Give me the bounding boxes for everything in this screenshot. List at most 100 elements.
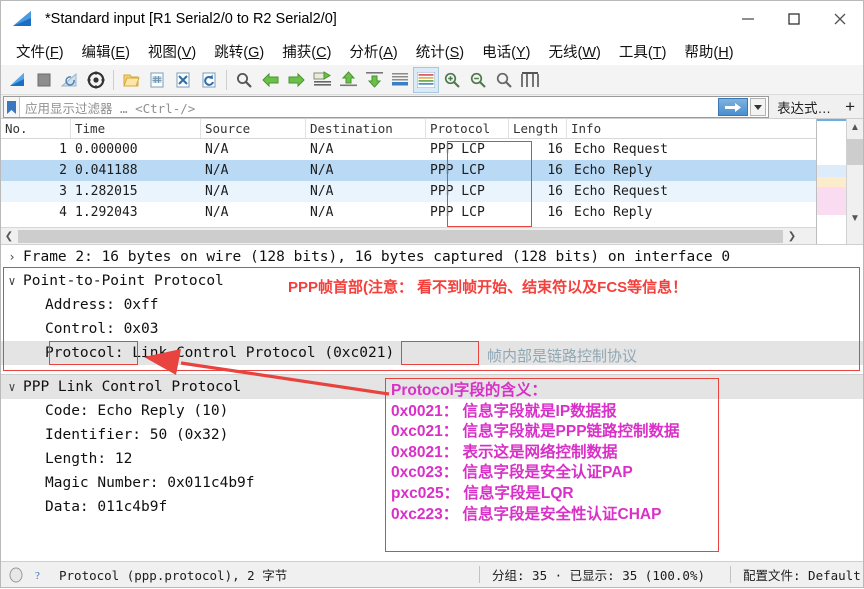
- detail-row-control[interactable]: Control: 0x03: [1, 317, 863, 341]
- filter-expression-button[interactable]: 表达式…: [769, 95, 839, 118]
- packet-list-pane: No. Time Source Destination Protocol Len…: [1, 119, 863, 245]
- menu-wireless[interactable]: 无线(W): [539, 39, 609, 64]
- detail-row-protocol[interactable]: Protocol: Link Control Protocol (0xc021): [1, 341, 863, 365]
- cell-source: N/A: [205, 205, 229, 220]
- zoom-in-icon[interactable]: [439, 67, 465, 93]
- column-header-destination[interactable]: Destination: [306, 119, 426, 138]
- cell-protocol: PPP LCP: [430, 142, 485, 157]
- cell-destination: N/A: [310, 163, 334, 178]
- scroll-left-icon[interactable]: ❮: [1, 231, 17, 242]
- packet-list-hscrollbar[interactable]: ❮ ❯: [1, 227, 816, 244]
- annotation-line: 0x8021： 表示这是网络控制数据: [391, 443, 618, 461]
- menu-file[interactable]: 文件(F): [7, 39, 73, 64]
- menu-capture[interactable]: 捕获(C): [273, 39, 340, 64]
- apply-filter-arrow-icon[interactable]: [718, 98, 749, 116]
- hscroll-thumb[interactable]: [18, 230, 783, 243]
- cell-no: 1: [59, 142, 67, 157]
- menu-view[interactable]: 视图(V): [139, 39, 205, 64]
- detail-row-text: Code: Echo Reply (10): [45, 403, 229, 419]
- window-title: *Standard input [R1 Serial2/0 to R2 Seri…: [45, 10, 337, 27]
- filter-input-wrapper[interactable]: 应用显示过滤器 … <Ctrl-/>: [3, 96, 770, 118]
- cell-protocol: PPP LCP: [430, 205, 485, 220]
- main-toolbar: [1, 65, 863, 95]
- menu-statistics[interactable]: 统计(S): [407, 39, 473, 64]
- column-header-source[interactable]: Source: [201, 119, 306, 138]
- colorize-packets-icon[interactable]: [413, 66, 439, 93]
- expert-info-icon[interactable]: ?: [31, 566, 49, 584]
- bookmark-icon[interactable]: [4, 97, 20, 117]
- cell-time: 0.041188: [75, 163, 138, 178]
- reload-file-icon[interactable]: [196, 67, 222, 93]
- menu-tools[interactable]: 工具(T): [610, 39, 676, 64]
- resize-columns-icon[interactable]: [517, 67, 543, 93]
- menu-edit[interactable]: 编辑(E): [73, 39, 139, 64]
- title-bar: *Standard input [R1 Serial2/0 to R2 Seri…: [1, 1, 863, 37]
- collapse-twisty-icon[interactable]: ∨: [1, 380, 23, 394]
- column-header-length[interactable]: Length: [509, 119, 567, 138]
- packet-list-intelligent-scrollbar[interactable]: [816, 119, 846, 244]
- packet-list-vscrollbar[interactable]: ▲ ▼: [846, 119, 863, 244]
- zoom-reset-icon[interactable]: [491, 67, 517, 93]
- scroll-right-icon[interactable]: ❯: [784, 231, 800, 242]
- status-packets-info: 分组: 35 · 已显示: 35 (100.0%): [492, 568, 706, 583]
- annotation-line: 0xc223： 信息字段是安全性认证CHAP: [391, 505, 662, 523]
- start-capture-icon[interactable]: [5, 67, 31, 93]
- column-header-protocol[interactable]: Protocol: [426, 119, 509, 138]
- cell-source: N/A: [205, 142, 229, 157]
- detail-row-text: PPP Link Control Protocol: [23, 379, 242, 395]
- cell-protocol: PPP LCP: [430, 184, 485, 199]
- table-row[interactable]: 1 0.000000 N/A N/A PPP LCP 16 Echo Reque…: [1, 139, 816, 160]
- find-packet-icon[interactable]: [231, 67, 257, 93]
- column-header-info[interactable]: Info: [567, 119, 816, 138]
- collapse-twisty-icon[interactable]: ∨: [1, 274, 23, 288]
- auto-scroll-icon[interactable]: [387, 67, 413, 93]
- go-last-packet-icon[interactable]: [361, 67, 387, 93]
- cell-info: Echo Request: [574, 142, 668, 157]
- go-back-icon[interactable]: [257, 67, 283, 93]
- minimap-band-yellow: [817, 177, 846, 187]
- capture-options-icon[interactable]: [83, 67, 109, 93]
- table-row[interactable]: 2 0.041188 N/A N/A PPP LCP 16 Echo Reply: [1, 160, 816, 181]
- restart-capture-icon[interactable]: [57, 67, 83, 93]
- menu-help[interactable]: 帮助(H): [675, 39, 742, 64]
- menu-telephony[interactable]: 电话(Y): [473, 39, 539, 64]
- close-file-icon[interactable]: [170, 67, 196, 93]
- menu-bar: 文件(F) 编辑(E) 视图(V) 跳转(G) 捕获(C) 分析(A) 统计(S…: [1, 37, 863, 65]
- chevron-down-icon[interactable]: [750, 98, 767, 116]
- scroll-down-icon[interactable]: ▼: [847, 210, 864, 227]
- detail-row-frame[interactable]: › Frame 2: 16 bytes on wire (128 bits), …: [1, 245, 863, 269]
- packet-details-pane-lower[interactable]: ∨ PPP Link Control Protocol Code: Echo R…: [1, 375, 863, 562]
- stop-capture-icon[interactable]: [31, 67, 57, 93]
- annotation-lcp-note: 帧内部是链路控制协议: [487, 348, 638, 365]
- capture-status-icon[interactable]: [7, 566, 25, 584]
- column-header-no[interactable]: No.: [1, 119, 71, 138]
- close-button[interactable]: [817, 1, 863, 37]
- vscroll-thumb[interactable]: [847, 139, 863, 165]
- search-input[interactable]: 应用显示过滤器 … <Ctrl-/>: [20, 98, 718, 117]
- table-row[interactable]: 4 1.292043 N/A N/A PPP LCP 16 Echo Reply: [1, 202, 816, 223]
- column-header-time[interactable]: Time: [71, 119, 201, 138]
- detail-row-text: Control: 0x03: [45, 321, 159, 337]
- packet-details-pane-upper[interactable]: › Frame 2: 16 bytes on wire (128 bits), …: [1, 245, 863, 375]
- go-first-packet-icon[interactable]: [335, 67, 361, 93]
- zoom-out-icon[interactable]: [465, 67, 491, 93]
- menu-go[interactable]: 跳转(G): [205, 39, 273, 64]
- go-forward-icon[interactable]: [283, 67, 309, 93]
- maximize-button[interactable]: [771, 1, 817, 37]
- wireshark-window: *Standard input [R1 Serial2/0 to R2 Seri…: [0, 0, 864, 588]
- status-profile-info[interactable]: 配置文件: Default: [731, 565, 863, 584]
- cell-length: 16: [547, 205, 563, 220]
- scroll-up-icon[interactable]: ▲: [847, 119, 864, 136]
- cell-length: 16: [547, 163, 563, 178]
- go-to-packet-icon[interactable]: [309, 67, 335, 93]
- expand-twisty-icon[interactable]: ›: [1, 250, 23, 264]
- menu-analyze[interactable]: 分析(A): [340, 39, 406, 64]
- packet-list-table[interactable]: No. Time Source Destination Protocol Len…: [1, 119, 816, 244]
- save-file-icon[interactable]: [144, 67, 170, 93]
- minimize-button[interactable]: [725, 1, 771, 37]
- cell-info: Echo Request: [574, 184, 668, 199]
- table-row[interactable]: 3 1.282015 N/A N/A PPP LCP 16 Echo Reque…: [1, 181, 816, 202]
- add-filter-button[interactable]: +: [839, 95, 861, 118]
- cell-time: 0.000000: [75, 142, 138, 157]
- open-file-icon[interactable]: [118, 67, 144, 93]
